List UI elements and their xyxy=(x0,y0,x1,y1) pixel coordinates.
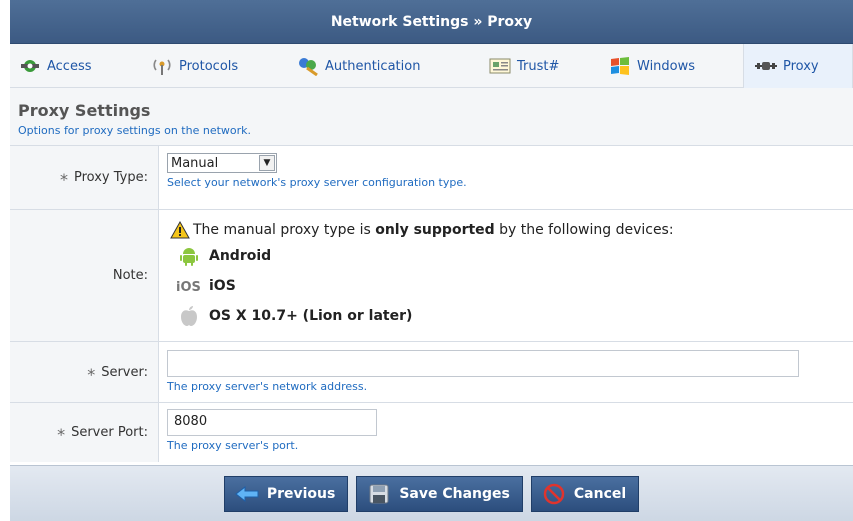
note-text-after: by the following devices: xyxy=(494,222,674,238)
tab-access[interactable]: Access xyxy=(18,44,92,88)
tab-authentication[interactable]: Authentication xyxy=(296,44,420,88)
proxy-type-label-cell: * Proxy Type: xyxy=(10,146,159,209)
page-title: Network Settings » Proxy xyxy=(330,13,533,30)
note-field-cell: The manual proxy type is only supported … xyxy=(159,210,853,341)
cancel-button[interactable]: Cancel xyxy=(530,475,640,512)
tab-bar: Access Protocols Authentication Trust# W… xyxy=(10,44,853,88)
previous-label: Previous xyxy=(266,485,336,502)
tab-proxy[interactable]: Proxy xyxy=(743,44,853,88)
network-settings-panel: Network Settings » Proxy Access Protocol… xyxy=(10,0,853,521)
server-row: * Server: The proxy server's network add… xyxy=(10,342,853,403)
section-title: Proxy Settings xyxy=(18,101,151,120)
floppy-disk-icon xyxy=(365,482,393,506)
trust-icon xyxy=(488,56,512,76)
cancel-icon xyxy=(540,482,568,506)
device-name: iOS xyxy=(209,278,236,294)
server-port-label: Server Port: xyxy=(71,425,148,440)
proxy-type-value: Manual xyxy=(171,155,219,171)
tab-label: Access xyxy=(47,58,92,74)
svg-text:iOS: iOS xyxy=(176,280,201,294)
server-input[interactable] xyxy=(167,350,799,377)
proxy-type-select[interactable]: Manual ▼ xyxy=(167,153,277,173)
device-name: Android xyxy=(209,248,272,264)
page-title-bar: Network Settings » Proxy xyxy=(10,0,853,44)
server-port-field-cell: 8080 The proxy server's port. xyxy=(159,403,853,462)
proxy-type-field-cell: Manual ▼ Select your network's proxy ser… xyxy=(159,146,853,209)
apple-icon xyxy=(175,305,203,327)
proxy-type-hint: Select your network's proxy server confi… xyxy=(167,176,467,189)
save-changes-label: Save Changes xyxy=(399,485,510,502)
device-ios: iOS iOS xyxy=(167,271,845,301)
warning-icon xyxy=(167,221,193,239)
previous-button[interactable]: Previous xyxy=(223,475,349,512)
tab-trust[interactable]: Trust# xyxy=(488,44,559,88)
android-icon xyxy=(175,246,203,266)
server-port-input[interactable]: 8080 xyxy=(167,409,377,436)
note-text-before: The manual proxy type is xyxy=(193,222,376,238)
device-name: OS X 10.7+ (Lion or later) xyxy=(209,308,413,324)
server-port-hint: The proxy server's port. xyxy=(167,439,299,452)
windows-icon xyxy=(608,56,632,76)
chevron-down-icon[interactable]: ▼ xyxy=(259,155,275,171)
ios-icon: iOS xyxy=(175,278,203,294)
proxy-type-label: Proxy Type: xyxy=(74,170,148,185)
server-port-row: * Server Port: 8080 The proxy server's p… xyxy=(10,403,853,462)
device-android: Android xyxy=(167,241,845,271)
required-marker: * xyxy=(60,170,69,189)
protocols-icon xyxy=(150,56,174,76)
device-osx: OS X 10.7+ (Lion or later) xyxy=(167,301,845,331)
note-label: Note: xyxy=(112,268,148,283)
tab-label: Trust# xyxy=(517,58,560,74)
section-description: Options for proxy settings on the networ… xyxy=(18,124,252,137)
authentication-icon xyxy=(296,56,320,76)
required-marker: * xyxy=(57,425,66,444)
tab-label: Protocols xyxy=(179,58,239,74)
tab-windows[interactable]: Windows xyxy=(608,44,695,88)
required-marker: * xyxy=(87,364,96,384)
tab-label: Authentication xyxy=(325,58,421,74)
proxy-type-row: * Proxy Type: Manual ▼ Select your netwo… xyxy=(10,146,853,210)
server-label: Server: xyxy=(101,364,148,380)
server-field-cell: The proxy server's network address. xyxy=(159,342,853,402)
proxy-form: * Proxy Type: Manual ▼ Select your netwo… xyxy=(10,146,853,462)
access-icon xyxy=(18,56,42,76)
server-port-label-cell: * Server Port: xyxy=(10,403,159,462)
save-changes-button[interactable]: Save Changes xyxy=(356,475,523,512)
cancel-label: Cancel xyxy=(573,485,627,502)
tab-label: Proxy xyxy=(783,58,819,74)
proxy-settings-section: Proxy Settings Options for proxy setting… xyxy=(10,88,853,146)
server-hint: The proxy server's network address. xyxy=(167,380,368,393)
tab-protocols[interactable]: Protocols xyxy=(150,44,238,88)
server-label-cell: * Server: xyxy=(10,342,159,402)
tab-label: Windows xyxy=(637,58,696,74)
note-text-bold: only supported xyxy=(375,222,495,238)
proxy-icon xyxy=(754,56,778,76)
arrow-left-icon xyxy=(233,482,261,506)
note-text: The manual proxy type is only supported … xyxy=(167,219,845,241)
note-row: Note: The manual proxy type is only supp… xyxy=(10,210,853,342)
form-actions: Previous Save Changes Cancel xyxy=(10,465,853,521)
note-label-cell: Note: xyxy=(10,210,159,341)
